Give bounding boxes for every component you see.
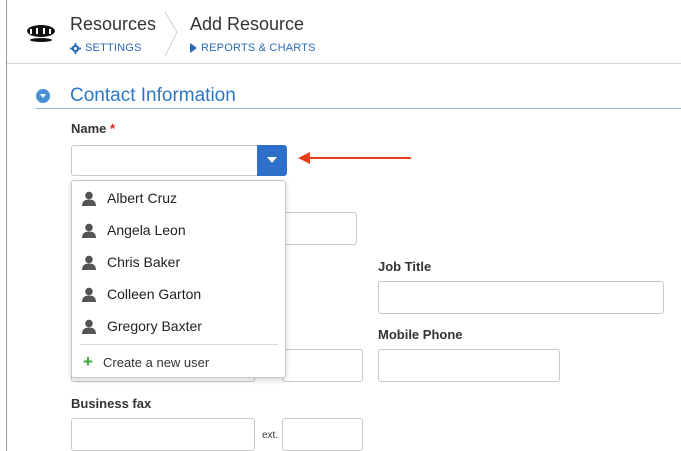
name-label-text: Name: [71, 121, 107, 136]
section-collapse-toggle[interactable]: [36, 89, 50, 103]
breadcrumb-separator-icon: [164, 11, 178, 57]
user-option-name: Colleen Garton: [107, 286, 202, 302]
mobile-phone-label: Mobile Phone: [378, 327, 463, 342]
reports-charts-link-label: REPORTS & CHARTS: [201, 42, 316, 54]
user-option[interactable]: Albert Cruz: [72, 182, 285, 214]
phone-ext-input[interactable]: [282, 349, 363, 382]
section-title: Contact Information: [70, 85, 236, 106]
mobile-phone-input[interactable]: [378, 349, 560, 382]
business-fax-label: Business fax: [71, 396, 152, 411]
user-option-name: Angela Leon: [107, 222, 186, 238]
person-icon: [82, 191, 96, 206]
name-combobox-input[interactable]: [71, 145, 259, 176]
user-option[interactable]: Chris Baker: [72, 246, 285, 278]
gear-icon: [70, 42, 81, 54]
dropdown-divider: [80, 344, 278, 345]
plus-icon: +: [83, 352, 93, 371]
person-icon: [82, 319, 96, 334]
window-left-border: [6, 0, 7, 451]
create-new-user-option[interactable]: + Create a new user: [72, 348, 285, 376]
name-dropdown-button[interactable]: [257, 145, 287, 176]
user-option-name: Gregory Baxter: [107, 318, 202, 334]
play-triangle-icon: [190, 43, 197, 53]
caret-down-icon: [267, 157, 277, 163]
job-title-input[interactable]: [378, 281, 664, 314]
chevron-down-icon: [40, 94, 46, 98]
person-icon: [82, 287, 96, 302]
page-title: Add Resource: [190, 14, 305, 34]
user-option-name: Albert Cruz: [107, 190, 178, 206]
person-icon: [82, 223, 96, 238]
name-label: Name *: [71, 121, 115, 136]
user-option[interactable]: Angela Leon: [72, 214, 285, 246]
reports-charts-link[interactable]: REPORTS & CHARTS: [190, 42, 316, 54]
app-logo-icon[interactable]: [25, 23, 57, 43]
header-divider: [7, 63, 681, 64]
user-option-name: Chris Baker: [107, 254, 181, 270]
annotation-arrow-icon: [298, 152, 411, 164]
breadcrumb-parent[interactable]: Resources: [70, 14, 156, 35]
required-marker: *: [110, 121, 116, 136]
job-title-label: Job Title: [378, 259, 432, 274]
business-fax-input[interactable]: [71, 418, 255, 451]
user-option[interactable]: Gregory Baxter: [72, 310, 285, 342]
business-fax-ext-label: ext.: [262, 430, 279, 441]
settings-link-label: SETTINGS: [85, 42, 142, 54]
create-new-user-label: Create a new user: [103, 355, 210, 370]
person-icon: [82, 255, 96, 270]
section-divider: [36, 108, 681, 109]
business-fax-ext-input[interactable]: [282, 418, 363, 451]
name-dropdown-menu: Albert Cruz Angela Leon Chris Baker Coll…: [71, 180, 286, 378]
user-option[interactable]: Colleen Garton: [72, 278, 285, 310]
settings-link[interactable]: SETTINGS: [70, 42, 142, 54]
